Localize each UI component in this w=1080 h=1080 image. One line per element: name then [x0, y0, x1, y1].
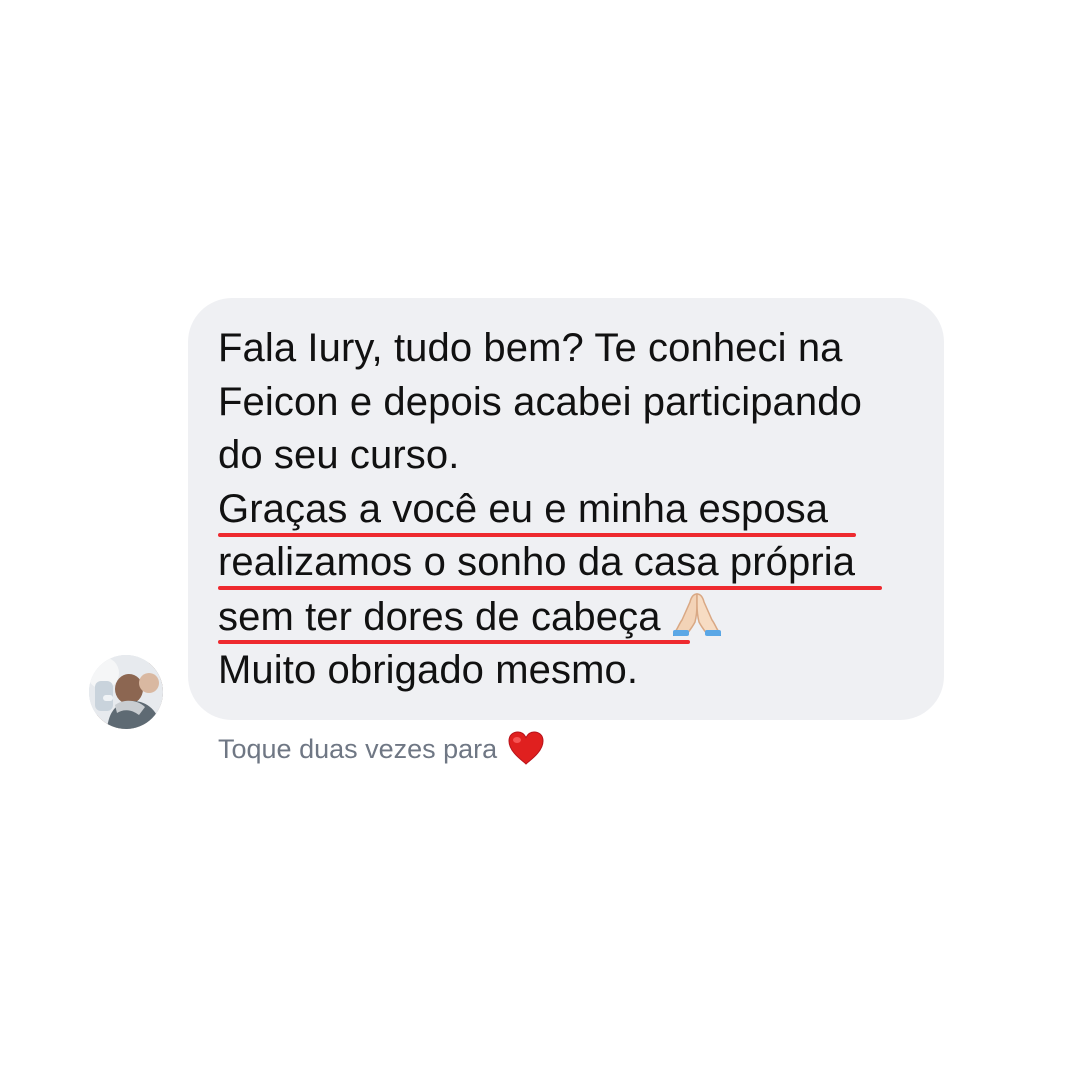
heart-icon[interactable]: [507, 730, 545, 766]
avatar-photo: [89, 655, 163, 729]
highlighted-line: sem ter dores de cabeça: [218, 590, 918, 645]
message-line: sem ter dores de cabeça: [218, 594, 661, 639]
highlighted-line: Graças a você eu e minha esposa: [218, 483, 918, 537]
highlighted-line: realizamos o sonho da casa própria: [218, 536, 918, 590]
message-line: Muito obrigado mesmo.: [218, 648, 639, 692]
conversation-view: Fala Iury, tudo bem? Te conheci na Feico…: [0, 0, 1080, 1080]
message-line: Feicon e depois acabei participando: [218, 379, 862, 424]
message-text: Fala Iury, tudo bem? Te conheci na Feico…: [218, 322, 918, 698]
folded-hands-icon: [672, 592, 721, 636]
red-underline: [218, 639, 690, 644]
message-line: Graças a você eu e minha esposa: [218, 486, 829, 531]
message-line: Fala Iury, tudo bem? Te conheci na: [218, 326, 843, 370]
double-tap-hint: Toque duas vezes para: [218, 729, 545, 769]
sender-avatar[interactable]: [89, 655, 163, 729]
message-line: realizamos o sonho da casa própria: [218, 540, 856, 584]
message-line: do seu curso.: [218, 433, 460, 477]
hint-text: Toque duas vezes para: [218, 734, 498, 764]
